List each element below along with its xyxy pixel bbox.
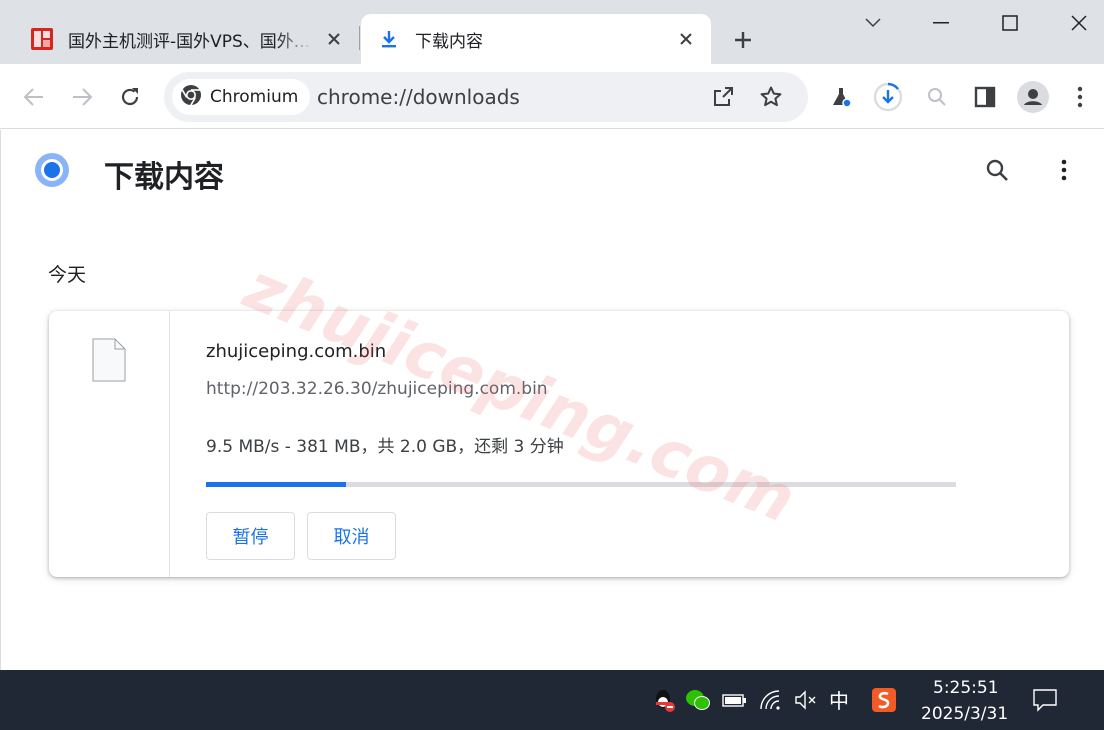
new-tab-button[interactable] <box>728 26 758 54</box>
close-icon[interactable] <box>673 26 699 52</box>
browser-menu-icon[interactable] <box>1063 80 1097 114</box>
tab-search-chevron-icon[interactable] <box>853 8 893 38</box>
reload-button[interactable] <box>113 80 147 114</box>
tab-downloads[interactable]: 下载内容 <box>361 14 711 64</box>
forward-button[interactable] <box>65 80 99 114</box>
download-item-card: zhujiceping.com.bin http://203.32.26.30/… <box>49 311 1069 577</box>
pause-button[interactable]: 暂停 <box>206 512 295 560</box>
page-title: 下载内容 <box>104 160 224 195</box>
wechat-icon[interactable] <box>684 686 712 714</box>
sogou-input-icon[interactable] <box>870 686 898 714</box>
file-name[interactable]: zhujiceping.com.bin <box>206 341 386 362</box>
page-more-menu-icon[interactable] <box>1049 154 1079 186</box>
tab-strip: 国外主机测评-国外VPS、国外... 下载内容 <box>0 0 1104 64</box>
file-source-url[interactable]: http://203.32.26.30/zhujiceping.com.bin <box>206 379 548 399</box>
wifi-icon[interactable] <box>757 686 785 714</box>
bookmark-star-icon[interactable] <box>755 81 787 113</box>
profile-avatar-icon[interactable] <box>1016 80 1050 114</box>
downloads-page: 下载内容 今天 zhujiceping.com.bin http://203.3… <box>0 130 1104 670</box>
site-chip[interactable]: Chromium <box>172 79 311 115</box>
side-panel-icon[interactable] <box>968 80 1002 114</box>
window-close-button[interactable] <box>1059 8 1099 38</box>
chromium-logo-icon <box>180 84 202 110</box>
download-progress-bar <box>206 482 956 487</box>
back-button[interactable] <box>17 80 51 114</box>
download-icon <box>377 27 401 51</box>
clock-time[interactable]: 5:25:51 <box>933 678 999 698</box>
notification-icon[interactable] <box>1031 686 1059 714</box>
tab-zhujiceping[interactable]: 国外主机测评-国外VPS、国外... <box>14 14 359 64</box>
site-seal-icon <box>30 27 54 51</box>
clock-date[interactable]: 2025/3/31 <box>921 704 1008 724</box>
taskbar: 中 5:25:51 2025/3/31 <box>0 670 1104 730</box>
qq-icon[interactable] <box>650 686 678 714</box>
address-bar[interactable]: Chromium chrome://downloads <box>164 72 808 122</box>
tab-separator <box>359 26 360 50</box>
tab-title: 下载内容 <box>415 31 483 52</box>
downloads-progress-icon[interactable] <box>871 80 905 114</box>
maximize-button[interactable] <box>990 8 1030 38</box>
cancel-button[interactable]: 取消 <box>307 512 396 560</box>
search-icon[interactable] <box>981 154 1013 186</box>
zoom-search-icon[interactable] <box>920 80 954 114</box>
url-text[interactable]: chrome://downloads <box>317 85 520 109</box>
volume-muted-icon[interactable] <box>792 686 820 714</box>
download-progress-fill <box>206 482 346 487</box>
chip-label: Chromium <box>210 87 299 107</box>
toolbar: Chromium chrome://downloads <box>0 64 1104 129</box>
share-icon[interactable] <box>707 81 739 113</box>
download-status: 9.5 MB/s - 381 MB，共 2.0 GB，还剩 3 分钟 <box>206 437 564 457</box>
battery-icon[interactable] <box>720 686 748 714</box>
file-icon <box>92 338 126 382</box>
labs-flask-icon[interactable] <box>824 80 858 114</box>
tab-title: 国外主机测评-国外VPS、国外... <box>68 31 311 52</box>
section-date-heading: 今天 <box>48 264 87 286</box>
close-icon[interactable] <box>321 26 347 52</box>
chromium-logo-icon <box>34 152 70 188</box>
ime-indicator[interactable]: 中 <box>829 685 849 714</box>
minimize-button[interactable] <box>921 8 961 38</box>
card-divider <box>169 311 170 577</box>
